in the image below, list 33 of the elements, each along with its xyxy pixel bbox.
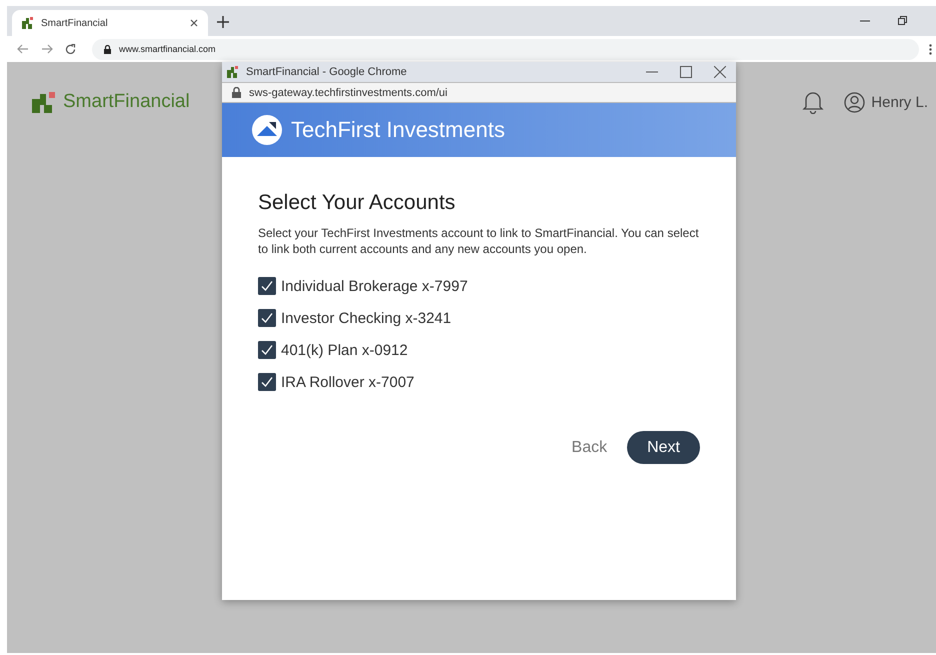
description: Select your TechFirst Investments account to link to SmartFinancial. You can select to link both current accounts and any new accounts you open. [258, 225, 700, 257]
window-title: SmartFinancial - Google Chrome [246, 66, 407, 78]
reload-icon[interactable] [65, 44, 76, 54]
account-checkbox[interactable]: Individual Brokerage x-7997 [258, 277, 468, 295]
browser-tab[interactable]: SmartFinancial [12, 10, 208, 36]
lock-icon [232, 87, 241, 98]
back-button[interactable]: Back [566, 438, 614, 458]
forward-icon[interactable] [41, 44, 53, 54]
logo-icon [252, 115, 282, 145]
lock-icon [104, 44, 111, 54]
bell-icon[interactable] [802, 90, 824, 114]
logo-text: SmartFinancial [63, 91, 190, 113]
back-icon[interactable] [17, 44, 29, 54]
user-menu[interactable]: Henry L. [844, 92, 928, 112]
account-checkbox[interactable]: Investor Checking x-3241 [258, 309, 452, 327]
logo-icon [227, 66, 238, 78]
menu-icon[interactable] [929, 44, 932, 54]
tab-title: SmartFinancial [41, 18, 109, 28]
brand-name: TechFirst Investments [291, 117, 505, 143]
logo-icon [22, 17, 33, 29]
heading: Select Your Accounts [258, 191, 456, 215]
url-text: sws-gateway.techfirstinvestments.com/ui [249, 86, 448, 98]
restore-icon[interactable] [898, 16, 908, 26]
close-icon[interactable] [190, 19, 198, 27]
close-icon[interactable] [714, 66, 726, 78]
logo-icon [32, 92, 55, 112]
maximize-icon[interactable] [680, 66, 692, 78]
user-icon [844, 92, 866, 112]
next-button[interactable]: Next [627, 431, 700, 464]
account-checkbox[interactable]: IRA Rollover x-7007 [258, 373, 414, 391]
address-field[interactable]: www.smartfinancial.com [92, 38, 919, 60]
account-checkbox[interactable]: 401(k) Plan x-0912 [258, 341, 408, 359]
plus-icon[interactable] [217, 16, 229, 28]
